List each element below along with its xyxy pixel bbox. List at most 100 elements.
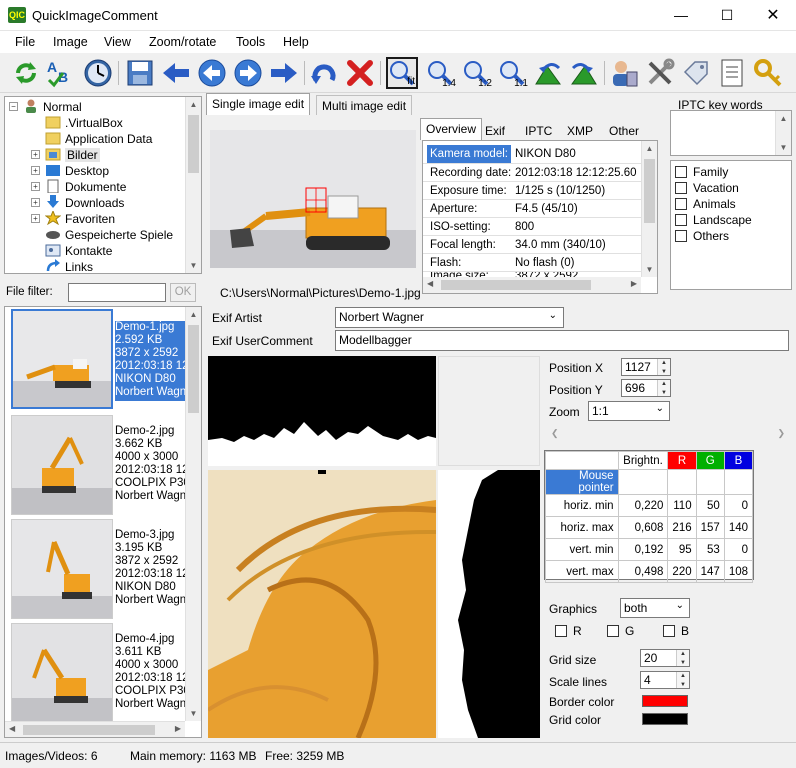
- filter-ok-button[interactable]: OK: [170, 283, 196, 302]
- tags-button[interactable]: [680, 57, 712, 89]
- keyword-vacation[interactable]: Vacation: [675, 181, 739, 195]
- overview-row[interactable]: Flash: No flash (0): [423, 253, 643, 271]
- menu-view[interactable]: View: [104, 35, 131, 49]
- next-image-button[interactable]: [232, 57, 264, 89]
- tab-multi-image-edit[interactable]: Multi image edit: [316, 95, 413, 115]
- minimize-button[interactable]: —: [658, 0, 704, 31]
- overview-scrollbar[interactable]: ▲ ▼: [641, 141, 657, 277]
- contacts-icon: [45, 243, 61, 257]
- file-filter-label: File filter:: [6, 286, 53, 298]
- save-button[interactable]: [124, 57, 156, 89]
- last-image-button[interactable]: [268, 57, 300, 89]
- user-settings-button[interactable]: [608, 57, 640, 89]
- thumbnail-item[interactable]: Demo-4.jpg 3.611 KB 4000 x 3000 2012:03:18 …: [11, 623, 185, 723]
- thumbnail-item[interactable]: Demo-3.jpg 3.195 KB 3872 x 2592 2012:03:18 …: [11, 519, 185, 619]
- zoom-select[interactable]: 1:1 ⌄: [588, 401, 670, 421]
- refresh-icon: [16, 62, 36, 84]
- delete-button[interactable]: [344, 57, 376, 89]
- grid-color-swatch[interactable]: [642, 713, 688, 725]
- exif-usercomment-input[interactable]: Modellbagger: [335, 330, 789, 351]
- tab-xmp[interactable]: XMP: [562, 121, 598, 141]
- graphics-r-checkbox[interactable]: R: [555, 624, 582, 638]
- overview-hscrollbar[interactable]: ◀ ▶: [423, 277, 641, 293]
- tab-single-image-edit[interactable]: Single image edit: [206, 93, 311, 115]
- tree-item-gespeicherte-spiele[interactable]: Gespeicherte Spiele: [5, 227, 185, 243]
- menu-help[interactable]: Help: [283, 35, 309, 49]
- zoom-11-button[interactable]: 1:1: [496, 57, 528, 89]
- spellcheck-button[interactable]: AB: [44, 57, 76, 89]
- overview-row[interactable]: Focal length: 34.0 mm (340/10): [423, 235, 643, 253]
- tree-item-bilder[interactable]: + Bilder: [5, 147, 185, 163]
- circle-arrow-left-icon: [198, 59, 226, 87]
- tree-item-favoriten[interactable]: + Favoriten: [5, 209, 185, 227]
- tree-item-application-data[interactable]: Application Data: [5, 131, 185, 147]
- keyword-family[interactable]: Family: [675, 165, 728, 179]
- tools-button[interactable]: [644, 57, 676, 89]
- menu-file[interactable]: File: [15, 35, 35, 49]
- position-x-input[interactable]: 1127 ▲ ▼: [621, 358, 671, 376]
- thumbnail-scrollbar[interactable]: ▲ ▼: [185, 307, 201, 721]
- overview-row[interactable]: Aperture: F4.5 (45/10): [423, 199, 643, 217]
- keyword-others[interactable]: Others: [675, 229, 729, 243]
- menu-zoom-rotate[interactable]: Zoom/rotate: [149, 35, 216, 49]
- tab-iptc[interactable]: IPTC: [520, 121, 557, 141]
- tree-item-desktop[interactable]: + Desktop: [5, 163, 185, 179]
- previous-image-button[interactable]: [196, 57, 228, 89]
- refresh-button[interactable]: [10, 57, 42, 89]
- stats-row: horiz. min 0,220 110 50 0: [545, 494, 754, 517]
- file-filter-input[interactable]: [68, 283, 166, 302]
- keyword-landscape[interactable]: Landscape: [675, 213, 752, 227]
- tab-other[interactable]: Other: [604, 121, 644, 141]
- rotate-right-button[interactable]: [568, 57, 600, 89]
- scale-lines-input[interactable]: 4 ▲ ▼: [640, 671, 690, 689]
- menu-image[interactable]: Image: [53, 35, 88, 49]
- graphics-select[interactable]: both ⌄: [620, 598, 690, 618]
- tree-item-dokumente[interactable]: + Dokumente: [5, 179, 185, 195]
- overview-row[interactable]: Exposure time: 1/125 s (10/1250): [423, 181, 643, 199]
- graphics-g-checkbox[interactable]: G: [607, 624, 634, 638]
- tree-item-links[interactable]: Links: [5, 259, 185, 275]
- first-image-button[interactable]: [160, 57, 192, 89]
- controls-hscrollbar[interactable]: ❮ ❯: [547, 428, 789, 442]
- tree-scrollbar[interactable]: ▲ ▼: [185, 97, 201, 273]
- overview-row[interactable]: Kamera model: NIKON D80: [423, 145, 643, 163]
- main-preview-image[interactable]: [210, 130, 416, 268]
- zoom-12-button[interactable]: 1:2: [460, 57, 492, 89]
- thumbnail-hscrollbar[interactable]: ◀ ▶: [5, 721, 185, 737]
- key-button[interactable]: [752, 57, 784, 89]
- maximize-button[interactable]: ☐: [704, 0, 750, 31]
- statistics-table: Brightn. R G B Mouse pointer horiz. min …: [544, 450, 754, 583]
- tree-item-downloads[interactable]: + Downloads: [5, 195, 185, 211]
- chevron-down-icon: ⌄: [675, 600, 684, 611]
- date-time-button[interactable]: [82, 57, 114, 89]
- tab-overview[interactable]: Overview: [420, 118, 483, 140]
- overview-row[interactable]: ISO-setting: 800: [423, 217, 643, 235]
- thumbnail-image: [11, 623, 113, 723]
- thumbnail-item[interactable]: Demo-1.jpg 2.592 KB 3872 x 2592 2012:03:18 …: [11, 309, 185, 409]
- thumbnail-item[interactable]: Demo-2.jpg 3.662 KB 4000 x 3000 2012:03:18 …: [11, 415, 185, 515]
- undo-button[interactable]: [308, 57, 340, 89]
- exif-artist-combo[interactable]: Norbert Wagner ⌄: [335, 307, 564, 328]
- graphics-b-checkbox[interactable]: B: [663, 624, 689, 638]
- tree-item-virtualbox[interactable]: .VirtualBox: [5, 115, 185, 131]
- corner-blank: [438, 356, 540, 466]
- star-icon: [44, 209, 62, 226]
- border-color-swatch[interactable]: [642, 695, 688, 707]
- document-button[interactable]: [716, 57, 748, 89]
- overview-row[interactable]: Recording date: 2012:03:18 12:12:25.60: [423, 163, 643, 181]
- position-y-input[interactable]: 696 ▲ ▼: [621, 379, 671, 397]
- tree-item-normal[interactable]: − Normal: [5, 99, 185, 115]
- rotate-left-button[interactable]: [532, 57, 564, 89]
- zoom-fit-button[interactable]: fit: [386, 57, 418, 89]
- mouse-pointer-row[interactable]: Mouse pointer: [545, 469, 619, 495]
- tree-item-kontakte[interactable]: Kontakte: [5, 243, 185, 259]
- close-button[interactable]: ✕: [750, 0, 796, 31]
- tab-exif[interactable]: Exif: [480, 121, 510, 141]
- header-green: G: [695, 451, 725, 470]
- keyword-animals[interactable]: Animals: [675, 197, 736, 211]
- zoom-14-button[interactable]: 1:4: [424, 57, 456, 89]
- menu-tools[interactable]: Tools: [236, 35, 265, 49]
- zoomed-detail-image[interactable]: [208, 470, 436, 738]
- iptc-keywords-input[interactable]: ▲ ▼: [670, 110, 792, 156]
- grid-size-input[interactable]: 20 ▲ ▼: [640, 649, 690, 667]
